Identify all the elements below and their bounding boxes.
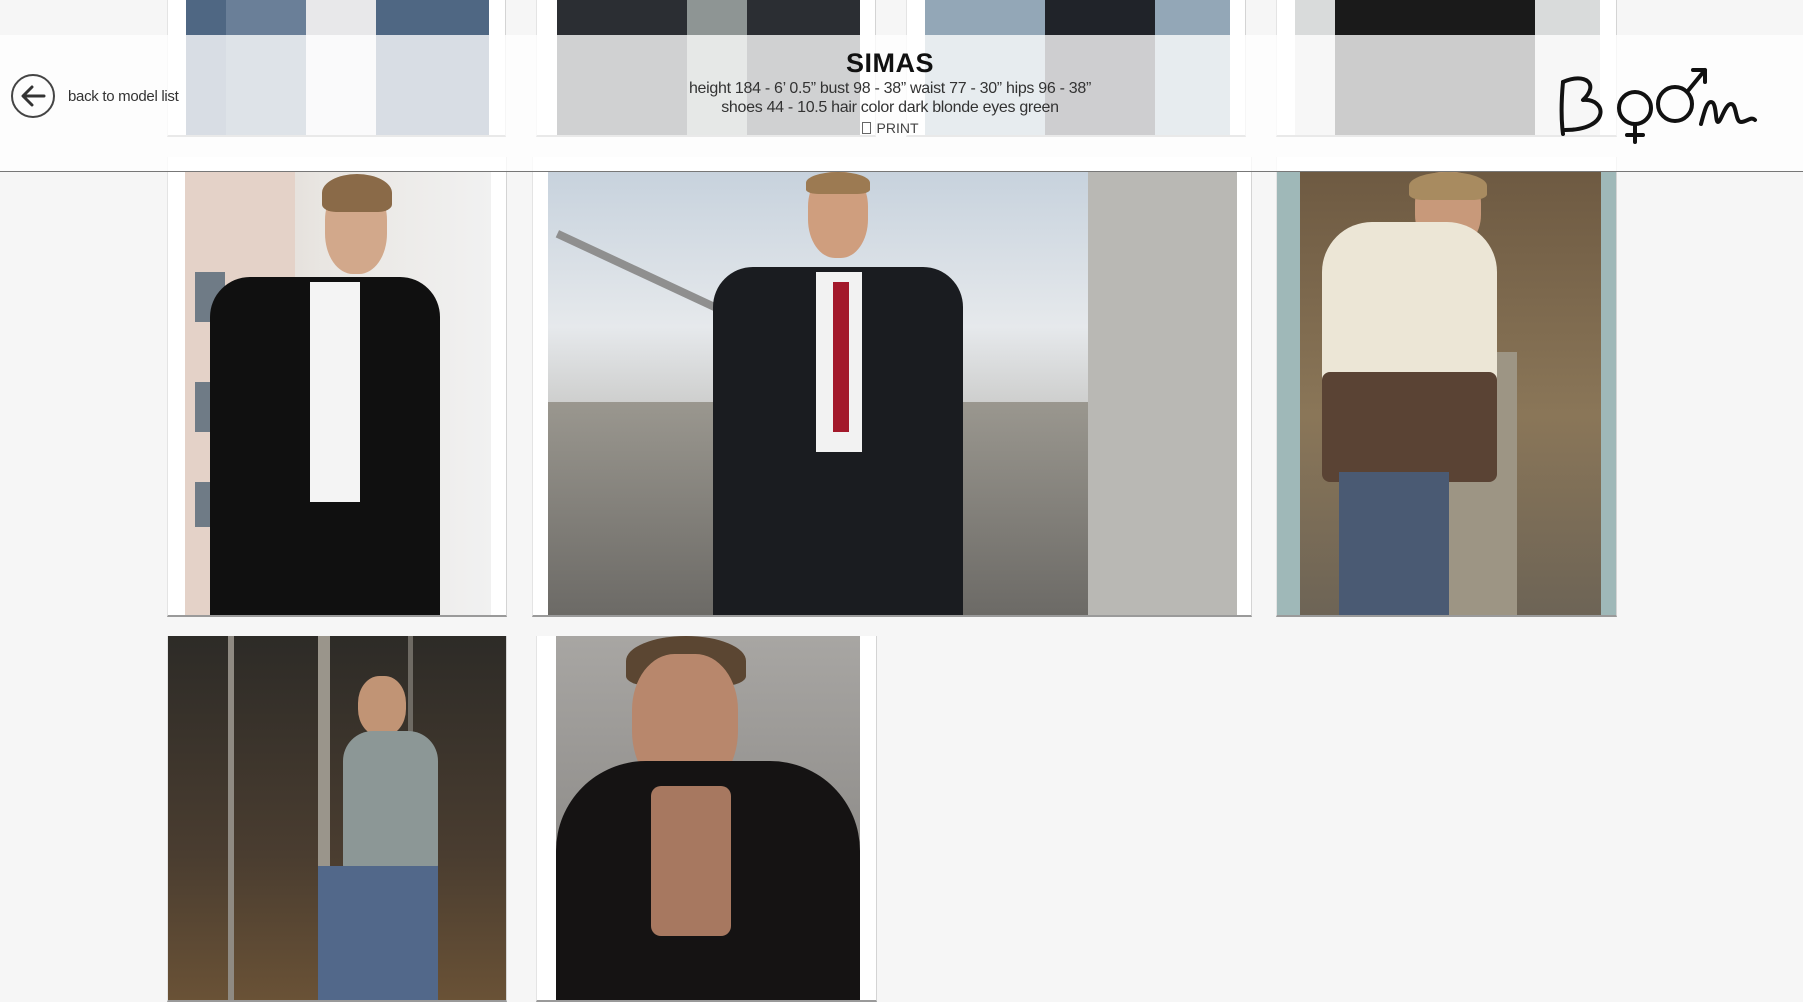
profile-header: back to model list SIMAS height 184 - 6’… [0, 35, 1803, 172]
boom-logo[interactable] [1555, 64, 1761, 146]
model-name: SIMAS [845, 48, 934, 78]
back-link-label: back to model list [68, 87, 179, 105]
back-to-model-list-link[interactable]: back to model list [11, 74, 179, 118]
print-label: PRINT [876, 120, 919, 136]
gallery-photo-6[interactable] [532, 157, 1252, 617]
arrow-left-icon [21, 85, 46, 107]
arrow-left-circle-icon [11, 74, 55, 118]
measurements-line-2: shoes 44 - 10.5 hair color dark blonde e… [721, 99, 1059, 116]
print-button[interactable]: PRINT [861, 120, 919, 136]
gallery-photo-7[interactable] [1276, 157, 1617, 617]
gallery-photo-5[interactable] [167, 157, 507, 617]
document-icon [861, 122, 871, 134]
model-info: SIMAS height 184 - 6’ 0.5” bust 98 - 38”… [590, 47, 1190, 139]
gallery-photo-8[interactable] [167, 636, 507, 1002]
gallery-photo-9[interactable] [536, 636, 877, 1002]
measurements-line-1: height 184 - 6’ 0.5” bust 98 - 38” waist… [688, 80, 1092, 97]
